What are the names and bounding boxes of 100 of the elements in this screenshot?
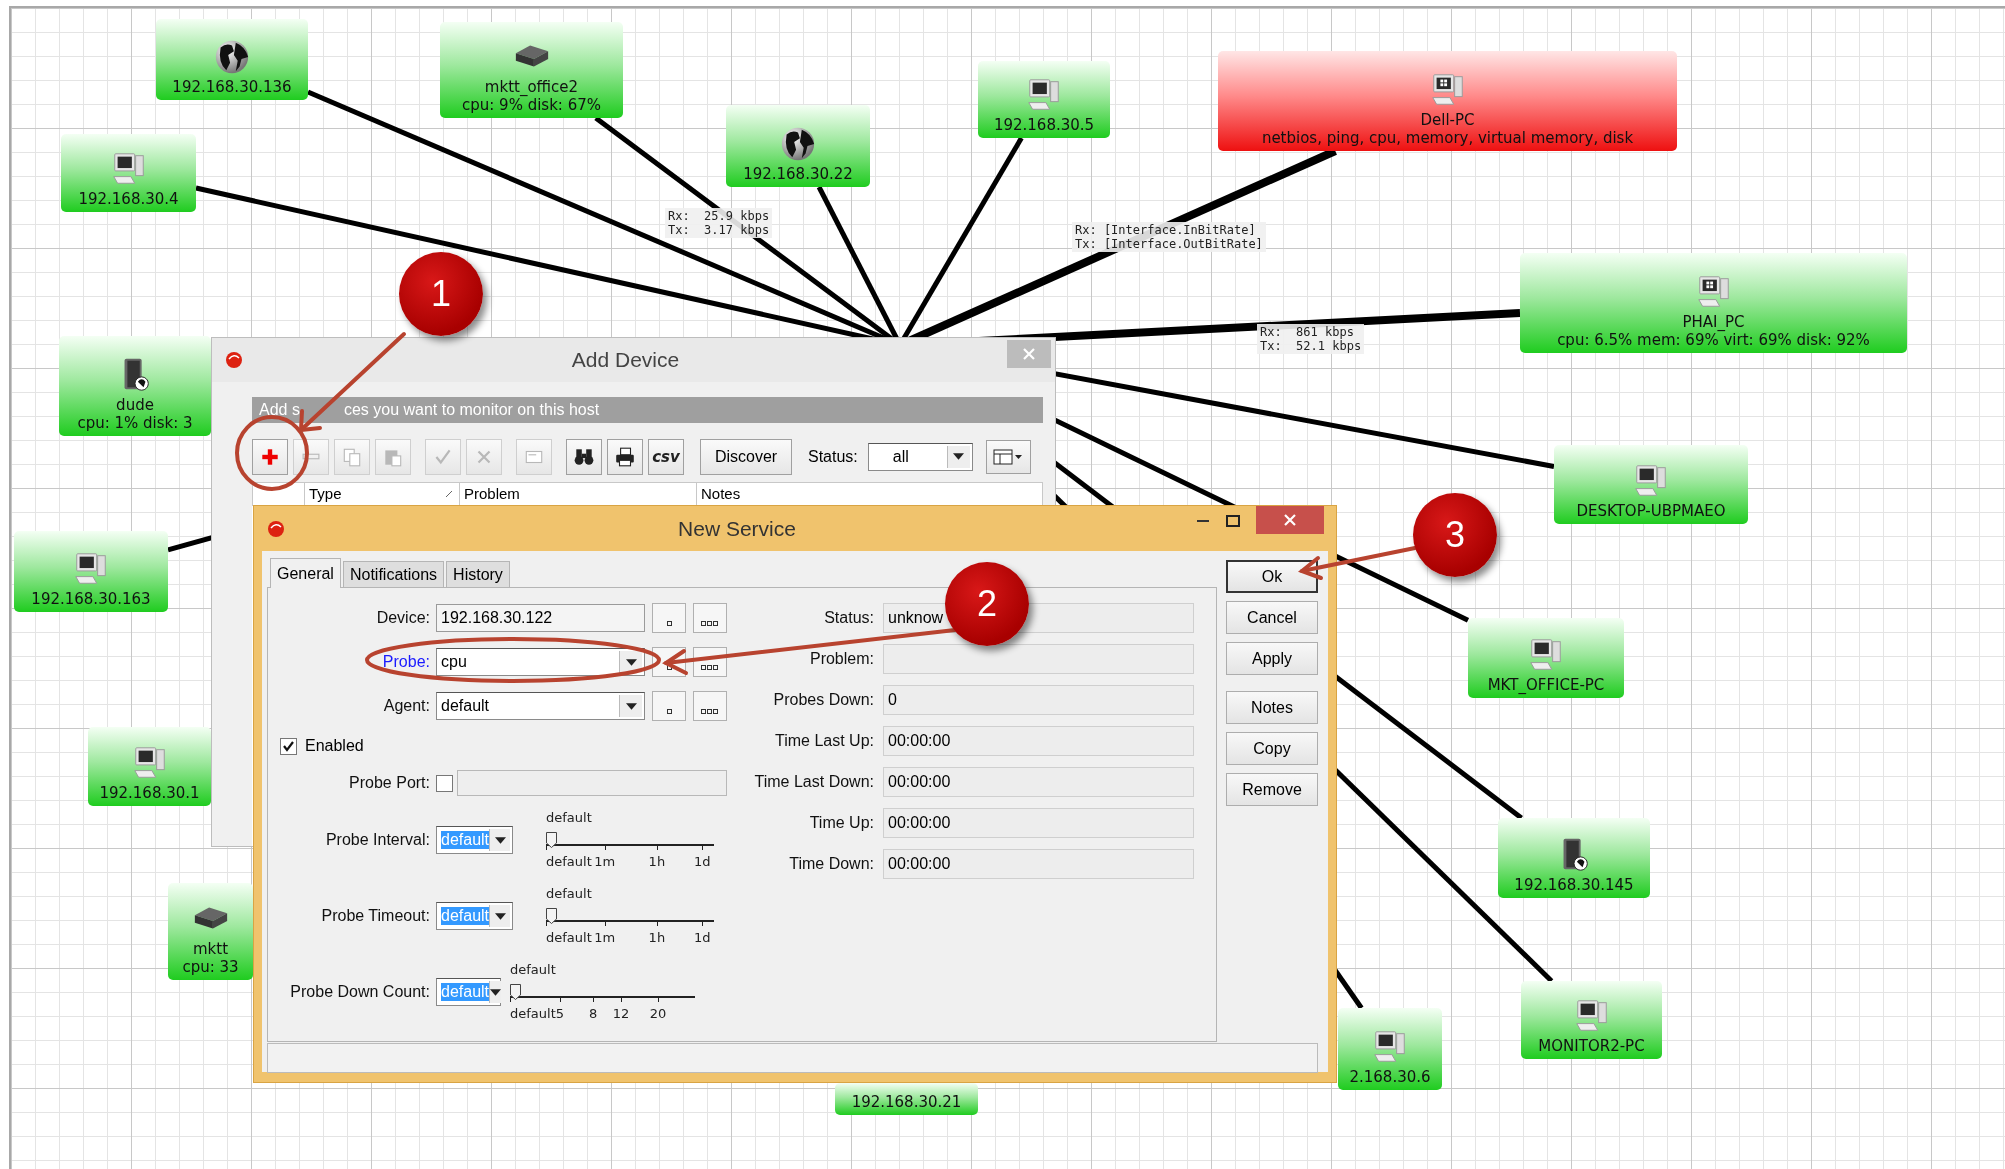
node-stats: cpu: 9% disk: 67% xyxy=(462,96,601,114)
select-field[interactable]: cpu xyxy=(436,648,645,676)
tick-label: 8 xyxy=(589,1006,598,1021)
field-label: Probe Timeout: xyxy=(320,907,430,925)
node-stats: cpu: 6.5% mem: 69% virt: 69% disk: 92% xyxy=(1557,331,1870,349)
field-label: Probes Down: xyxy=(772,691,874,709)
device-node[interactable]: 2.168.30.6 xyxy=(1338,1008,1442,1090)
device-node[interactable]: DESKTOP-UBPMAEO xyxy=(1554,445,1748,524)
device-node[interactable]: mktt_office2 cpu: 9% disk: 67% xyxy=(440,22,623,118)
tab[interactable]: History xyxy=(446,561,510,587)
input-field[interactable] xyxy=(457,770,727,796)
device-node[interactable]: PHAI_PC cpu: 6.5% mem: 69% virt: 69% disk: 92% xyxy=(1520,253,1907,353)
device-node[interactable]: 192.168.30.5 xyxy=(978,61,1110,138)
dialog-button[interactable]: Copy xyxy=(1226,732,1318,765)
slider-thumb[interactable] xyxy=(546,832,557,848)
checkbox[interactable] xyxy=(280,737,297,755)
tick-label: 12 xyxy=(612,1006,630,1021)
device-node[interactable]: 192.168.30.136 xyxy=(156,19,308,100)
node-label: 2.168.30.6 xyxy=(1349,1068,1431,1086)
close-icon xyxy=(1283,513,1297,527)
field-label: Probe Interval: xyxy=(324,831,430,849)
node-label: 192.168.30.21 xyxy=(851,1093,962,1111)
node-label: 192.168.30.1 xyxy=(99,784,200,802)
device-node[interactable]: mktt cpu: 33 xyxy=(168,883,253,980)
readonly-field: 00:00:00 xyxy=(883,849,1194,879)
field-label: Probe Port: xyxy=(348,774,430,792)
tab[interactable]: General xyxy=(270,558,341,588)
node-label: 192.168.30.145 xyxy=(1514,876,1634,894)
dialog-button[interactable]: Notes xyxy=(1226,691,1318,724)
checkbox[interactable] xyxy=(436,774,453,792)
field-label[interactable]: Probe: xyxy=(280,653,430,671)
readonly-field: 00:00:00 xyxy=(883,726,1194,756)
device-node[interactable]: 192.168.30.22 xyxy=(726,105,870,187)
node-label: mktt_office2 xyxy=(484,78,579,96)
readonly-field: 00:00:00 xyxy=(883,767,1194,797)
traffic-label: Rx: 25.9 kbps Tx: 3.17 kbps xyxy=(665,208,773,238)
window-title: Add Device xyxy=(570,348,681,372)
slider-thumb[interactable] xyxy=(546,908,557,924)
field-label: Time Up: xyxy=(808,814,874,832)
slider-thumb[interactable] xyxy=(510,984,521,1000)
check-icon xyxy=(282,739,295,753)
tick-label: 1h xyxy=(648,930,666,945)
dots-icon xyxy=(701,709,719,714)
info-text: ces you want to monitor on this host xyxy=(343,400,600,420)
input-field[interactable]: 192.168.30.122 xyxy=(436,604,645,632)
node-label: mktt xyxy=(192,940,229,958)
tick-label: default xyxy=(546,854,592,869)
node-stats: cpu: 33 xyxy=(182,958,239,976)
device-node[interactable]: 192.168.30.1 xyxy=(88,727,211,806)
readonly-field: 00:00:00 xyxy=(883,808,1194,838)
checkbox-label: Enabled xyxy=(305,737,364,755)
device-node[interactable]: 192.168.30.21 xyxy=(835,1083,978,1115)
globe-icon xyxy=(213,38,251,76)
device-node[interactable]: 192.168.30.4 xyxy=(61,134,196,212)
tick-label: 1h xyxy=(648,854,666,869)
browse-button[interactable] xyxy=(693,691,727,721)
table-columns-icon xyxy=(993,448,1024,465)
printer-icon xyxy=(614,445,636,468)
slider-track[interactable] xyxy=(510,984,695,1002)
minus-icon xyxy=(302,453,320,460)
slider-value: default xyxy=(546,810,592,825)
sort-icon xyxy=(445,490,453,498)
device-node[interactable]: Dell-PC netbios, ping, cpu, memory, virtual memory, disk xyxy=(1218,51,1677,151)
caret-icon xyxy=(625,658,637,666)
close-button[interactable] xyxy=(1256,506,1324,534)
node-label: 192.168.30.22 xyxy=(743,165,853,183)
device-node[interactable]: dude cpu: 1% disk: 3 xyxy=(59,336,211,436)
device-node[interactable]: MONITOR2-PC xyxy=(1521,981,1662,1059)
minimize-icon xyxy=(1197,520,1209,522)
tick-label: default xyxy=(546,930,592,945)
caret-icon xyxy=(953,453,965,460)
tick-label: default xyxy=(510,1006,556,1021)
tick-label: 1m xyxy=(594,854,616,869)
device-node[interactable]: MKT_OFFICE-PC xyxy=(1468,618,1624,698)
dots-icon xyxy=(701,665,719,670)
device-node[interactable]: 192.168.30.163 xyxy=(14,531,168,612)
select-field[interactable]: default xyxy=(436,692,645,720)
node-label: dude xyxy=(116,396,154,414)
dialog-button[interactable]: Cancel xyxy=(1226,601,1318,634)
field-label: Problem: xyxy=(808,650,874,668)
dialog-button[interactable]: Ok xyxy=(1226,560,1318,593)
device-node[interactable]: 192.168.30.145 xyxy=(1498,818,1650,898)
tab[interactable]: Notifications xyxy=(342,561,445,587)
window-title: New Service xyxy=(677,516,797,541)
tick-label: 1d xyxy=(693,930,711,945)
dialog-button[interactable]: Apply xyxy=(1226,642,1318,675)
traffic-label: Rx: [Interface.InBitRate] Tx: [Interface.OutBitRate] xyxy=(1072,222,1266,252)
slider-track[interactable] xyxy=(546,832,714,850)
node-label: 192.168.30.5 xyxy=(993,116,1095,134)
field-label: Time Last Up: xyxy=(774,732,874,750)
caret-icon xyxy=(625,702,637,710)
info-text: Add s xyxy=(259,400,300,420)
field-label: Probe Down Count: xyxy=(289,983,430,1001)
field-label: Time Last Down: xyxy=(753,773,874,791)
tick-label: 20 xyxy=(649,1006,667,1021)
caret-icon xyxy=(494,836,506,844)
dialog-button[interactable]: Remove xyxy=(1226,773,1318,806)
tick-label: 1d xyxy=(693,854,711,869)
slider-track[interactable] xyxy=(546,908,714,926)
browse-button[interactable] xyxy=(693,603,727,633)
